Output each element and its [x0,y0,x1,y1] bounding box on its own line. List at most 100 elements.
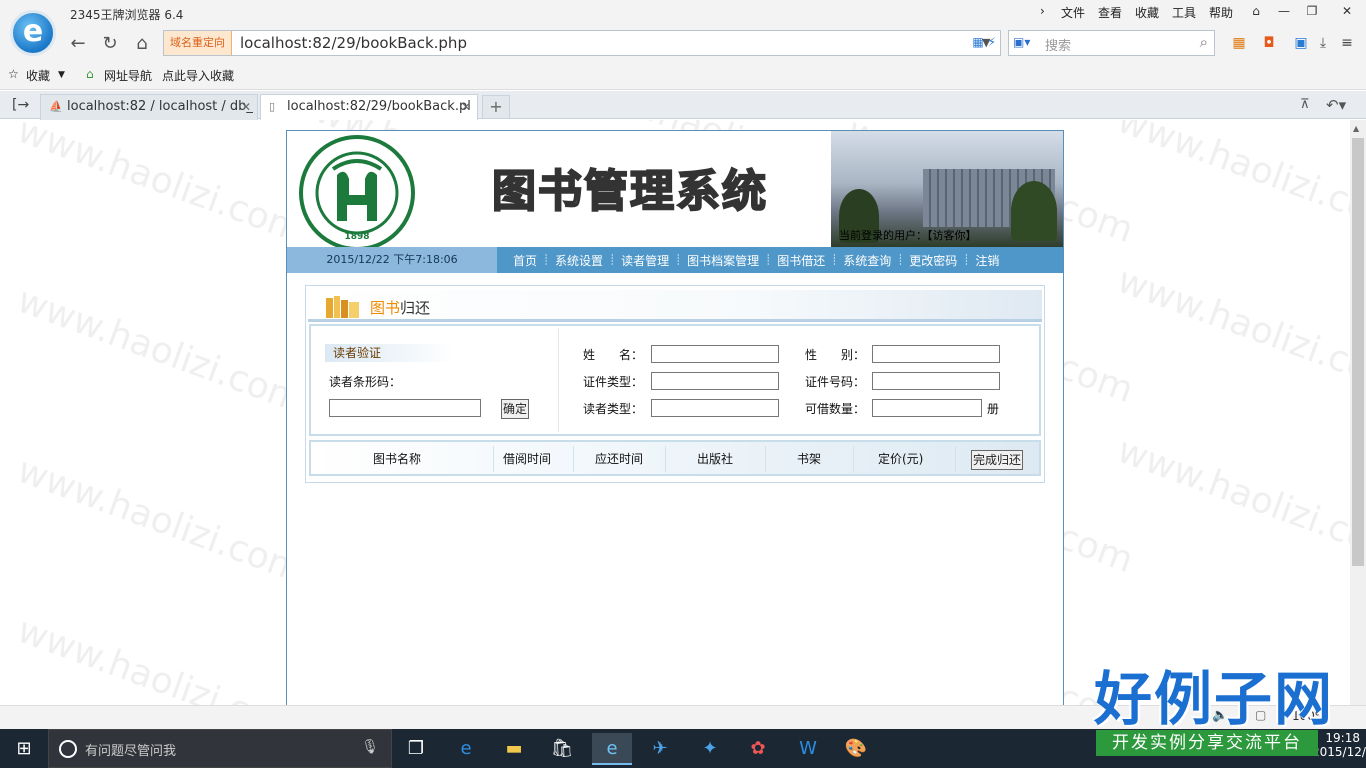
datetime-display: 2015/12/22 下午7:18:06 [287,247,497,273]
watermark-text: www.haolizi.com [1112,259,1350,402]
cert-type-label: 证件类型： [583,375,644,389]
restore-icon[interactable]: ❐ [1298,0,1326,22]
screenshot-icon[interactable]: ▣ [1290,33,1312,53]
reader-verify-label: 读者验证 [325,344,455,362]
windows-start-icon[interactable]: ⊞ [0,729,48,768]
col-separator [853,446,854,472]
paint-icon[interactable]: 🎨 [836,733,876,765]
nav-reader-management[interactable]: 读者管理 [615,252,675,269]
panel-title-orange: 图书 [370,299,401,317]
nav-site-icon[interactable]: ⌂ [86,67,94,81]
scroll-up-icon[interactable]: ▲ [1353,124,1359,133]
wps-writer-icon[interactable]: W [788,733,828,765]
network-tool-icon[interactable]: ✦ [690,733,730,765]
col-due-time: 应还时间 [595,452,644,466]
main-nav: 2015/12/22 下午7:18:06 首页 ┊ 系统设置 ┊ 读者管理 ┊ 图书档… [287,247,1063,273]
favorites-dropdown-icon[interactable]: ▼ [58,70,65,80]
close-tab-icon[interactable]: ✕ [461,95,471,119]
import-favorites-link[interactable]: 点此导入收藏 [162,67,234,84]
edge-icon[interactable]: e [446,733,486,765]
login-user-tip: 当前登录的用户：【访客你】 [839,229,977,242]
search-box[interactable]: ▣▾ 搜索 ⌕ [1008,30,1215,56]
undo-icon[interactable]: ↶▾ [1326,96,1346,114]
search-input[interactable]: 搜索 [1045,35,1071,54]
finish-return-button[interactable]: 完成归还 [971,450,1023,470]
nav-logout[interactable]: 注销 [969,252,1005,269]
task-view-icon[interactable]: ❐ [396,733,436,765]
confirm-button[interactable]: 确定 [501,399,529,419]
minimize-icon[interactable]: — [1270,0,1298,22]
gender-field[interactable] [872,345,1000,363]
name-field[interactable] [651,345,779,363]
back-icon[interactable]: ← [66,33,90,55]
nav-site-link[interactable]: 网址导航 [104,67,152,84]
search-engine-icon[interactable]: ▣▾ [1013,35,1030,49]
new-tab-icon[interactable]: + [482,95,510,119]
scrollbar-thumb[interactable] [1352,138,1364,566]
paint-tool-icon[interactable]: ✿ [738,733,778,765]
borrow-count-field[interactable] [872,399,982,417]
page-viewport: www.haolizi.com www.haolizi.com www.haoliz… [0,120,1350,705]
browser-2345-icon[interactable]: e [592,733,632,765]
borrow-count-label: 可借数量： [805,402,866,416]
nav-system-settings[interactable]: 系统设置 [549,252,609,269]
barcode-input[interactable] [329,399,481,417]
apps-icon[interactable]: ▦ [1228,33,1250,53]
url-dropdown-icon[interactable]: ▼ [982,36,990,49]
cortana-search-box[interactable]: 有问题尽管问我 🎙 [48,729,392,768]
cert-no-field[interactable] [872,372,1000,390]
game-icon[interactable]: ◘ [1258,33,1280,53]
url-box[interactable]: 域名重定向 localhost:82/29/bookBack.php ▦ ⚡ [163,30,1001,56]
panel-title: 图书归还 [370,297,430,318]
reader-type-label: 读者类型： [583,402,644,416]
favorites-star-icon[interactable]: ☆ [8,67,19,81]
menu-favorites[interactable]: 收藏 [1135,4,1159,21]
unit-label: 册 [987,402,1000,416]
tray-time: 19:18 [1325,731,1360,745]
close-window-icon[interactable]: ✕ [1330,0,1364,22]
tray-clock: 19:182015/12/22 [1312,731,1366,759]
menu-view[interactable]: 查看 [1098,4,1122,21]
col-separator [765,446,766,472]
home-icon[interactable]: ⌂ [130,33,154,55]
pma-icon: ⛵ [49,100,63,113]
tab-bookback[interactable]: ▯ localhost:82/29/bookBack.pl ✕ [260,94,478,121]
chevron-right-icon[interactable]: › [1040,4,1045,18]
tray-date: 2015/12/22 [1312,745,1366,759]
reader-type-field[interactable] [651,399,779,417]
nav-home[interactable]: 首页 [507,252,543,269]
panel-header: 图书归还 [308,290,1042,322]
campus-building-photo: 当前登录的用户：【访客你】 [831,131,1063,247]
library-system-page: 1898 图书管理系统 当前登录的用户：【访客你】 2015/12/22 下午7… [286,130,1064,705]
microphone-icon[interactable]: 🎙 [361,739,379,755]
refresh-icon[interactable]: ↻ [98,33,122,55]
file-explorer-icon[interactable]: ▬ [494,733,534,765]
barcode-label: 读者条形码： [329,375,402,389]
menu-file[interactable]: 文件 [1061,4,1085,21]
nav-change-password[interactable]: 更改密码 [903,252,963,269]
tab-phpmyadmin[interactable]: ⛵ localhost:82 / localhost / db_ ✕ [40,94,258,120]
skin-icon[interactable]: ⌂ [1242,0,1270,22]
name-label: 姓 名： [583,348,644,362]
sidebar-icon[interactable]: ⊼ [1300,97,1310,112]
store-icon[interactable]: 🛍 [542,733,582,765]
menu-icon[interactable]: ≡ [1336,33,1358,53]
close-tab-icon[interactable]: ✕ [241,95,251,119]
col-price: 定价(元) [878,452,924,466]
url-input[interactable]: localhost:82/29/bookBack.php [240,34,467,52]
menu-tools[interactable]: 工具 [1172,4,1196,21]
favorites-button[interactable]: 收藏 [26,67,50,84]
gender-label: 性 别： [805,348,866,362]
menu-help[interactable]: 帮助 [1209,4,1233,21]
col-separator [493,446,494,472]
university-logo: 1898 [299,135,415,251]
nav-system-query[interactable]: 系统查询 [837,252,897,269]
cert-type-field[interactable] [651,372,779,390]
nav-book-archive[interactable]: 图书档案管理 [681,252,765,269]
nav-borrow-return[interactable]: 图书借还 [771,252,831,269]
swift-icon[interactable]: ✈ [640,733,680,765]
search-icon[interactable]: ⌕ [1200,33,1208,51]
tab-switch-icon[interactable]: [→ [12,97,29,113]
download-icon[interactable]: ⤓ [1312,33,1334,53]
redirect-tag[interactable]: 域名重定向 [164,31,232,55]
